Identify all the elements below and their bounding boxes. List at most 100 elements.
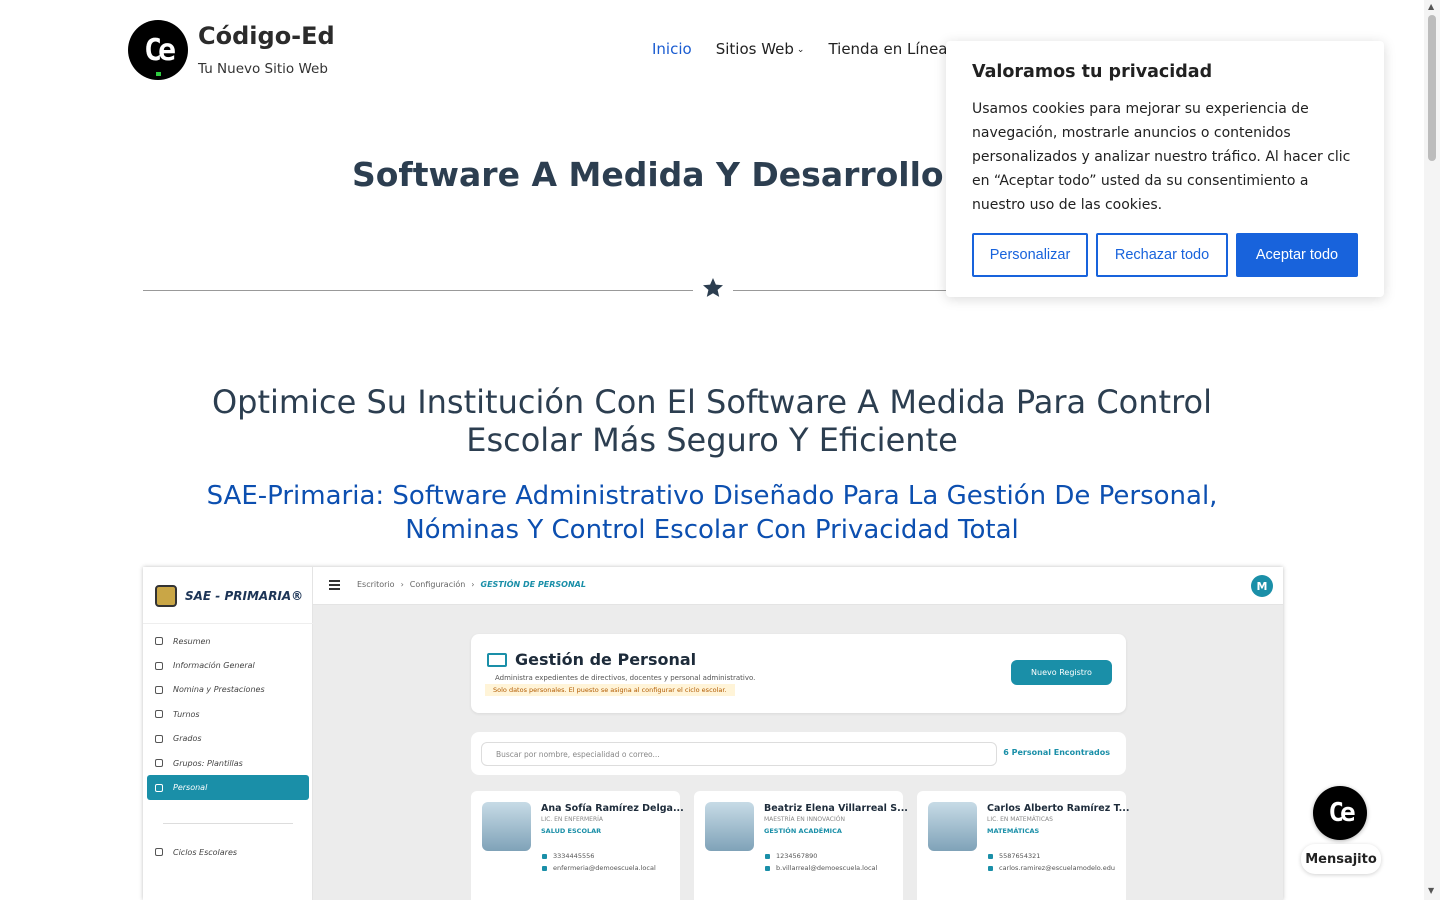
- person-email: b.villarreal@demoescuela.local: [776, 864, 878, 872]
- person-photo: [705, 802, 754, 851]
- person-area: SALUD ESCOLAR: [541, 827, 602, 835]
- person-phone: 3334445556: [553, 852, 595, 860]
- app-menu-item-personal: Personal: [147, 775, 309, 800]
- app-menu: Resumen Información General Nomina y Pre…: [147, 629, 309, 800]
- menu-label: Turnos: [173, 709, 200, 719]
- search-count: 6 Personal Encontrados: [1003, 748, 1110, 757]
- crumb-sep: ›: [471, 580, 475, 589]
- app-menu-item-grupos: Grupos: Plantillas: [147, 751, 309, 775]
- mail-icon: [542, 866, 547, 871]
- brand-separator: [143, 623, 313, 624]
- app-menu-cycles: Ciclos Escolares: [147, 840, 309, 864]
- avatar: M: [1251, 575, 1273, 597]
- app-brand-text: SAE - PRIMARIA®: [185, 589, 304, 603]
- person-email: enfermeria@demoescuela.local: [553, 864, 656, 872]
- chevron-down-icon: ⌄: [796, 45, 805, 55]
- app-menu-item-ciclos: Ciclos Escolares: [147, 840, 309, 864]
- app-sidebar: SAE - PRIMARIA® Resumen Información Gene…: [143, 567, 313, 900]
- hamburger-icon: [329, 580, 340, 590]
- money-icon: [155, 685, 163, 694]
- divider-line-left: [143, 290, 693, 291]
- app-menu-item-nomina: Nomina y Prestaciones: [147, 678, 309, 702]
- menu-label: Resumen: [173, 636, 211, 646]
- accept-all-button[interactable]: Aceptar todo: [1236, 233, 1358, 277]
- star-icon: [703, 278, 723, 297]
- site-title[interactable]: Código-Ed: [198, 22, 335, 50]
- scroll-up-icon[interactable]: ▲: [1428, 2, 1434, 11]
- section-title: Optimice Su Institución Con El Software …: [211, 383, 1212, 459]
- menu-label: Grupos: Plantillas: [173, 758, 243, 768]
- person-phone: 5587654321: [999, 852, 1041, 860]
- app-menu-item-informacion: Información General: [147, 653, 309, 677]
- person-area: GESTIÓN ACADÉMICA: [764, 827, 842, 835]
- person-name: Beatriz Elena Villarreal S...: [764, 803, 908, 814]
- clock-icon: [155, 710, 163, 719]
- menu-label: Grados: [173, 734, 202, 744]
- logo-mark: Ce: [143, 32, 176, 68]
- book-icon: [155, 734, 163, 743]
- customize-button[interactable]: Personalizar: [972, 233, 1088, 277]
- crumb-current: GESTIÓN DE PERSONAL: [480, 580, 586, 589]
- person-email: carlos.ramirez@escuelamodelo.edu: [999, 864, 1115, 872]
- nav-item-sitios-web[interactable]: Sitios Web ⌄: [716, 40, 805, 58]
- divider-line-right: [733, 290, 946, 291]
- person-name: Carlos Alberto Ramírez T...: [987, 803, 1130, 814]
- building-icon: [155, 661, 163, 670]
- app-screenshot: SAE - PRIMARIA® Resumen Información Gene…: [143, 567, 1283, 900]
- app-topbar: Escritorio › Configuración › GESTIÓN DE PE…: [313, 567, 1283, 605]
- personnel-icon: [487, 653, 507, 667]
- app-page-desc: Administra expedientes de directivos, do…: [495, 674, 756, 682]
- person-card: Beatriz Elena Villarreal S... MAESTRÍA E…: [694, 791, 908, 900]
- menu-label: Personal: [173, 783, 208, 793]
- main-nav: Inicio Sitios Web ⌄ Tienda en Línea: [652, 40, 948, 58]
- cookie-title: Valoramos tu privacidad: [972, 62, 1213, 82]
- app-breadcrumb: Escritorio › Configuración › GESTIÓN DE PE…: [357, 580, 586, 589]
- app-menu-item-turnos: Turnos: [147, 702, 309, 726]
- reject-all-button[interactable]: Rechazar todo: [1096, 233, 1228, 277]
- crumb-sep: ›: [400, 580, 404, 589]
- person-card: Ana Sofía Ramírez Delga... LIC. EN ENFER…: [471, 791, 684, 900]
- person-area: MATEMÁTICAS: [987, 827, 1040, 835]
- chat-label[interactable]: Mensajito: [1301, 844, 1381, 874]
- cookie-consent-modal: Valoramos tu privacidad Usamos cookies p…: [946, 41, 1384, 297]
- app-page-warning: Solo datos personales. El puesto se asig…: [485, 684, 735, 696]
- nav-item-tienda[interactable]: Tienda en Línea: [828, 40, 947, 58]
- search-card: Buscar por nombre, especialidad o correo…: [471, 732, 1126, 775]
- school-crest-icon: [155, 585, 177, 607]
- cookie-text: Usamos cookies para mejorar su experienc…: [972, 101, 1351, 213]
- phone-icon: [765, 854, 770, 859]
- personnel-icon: [155, 783, 163, 792]
- scrollbar-thumb[interactable]: [1428, 15, 1436, 161]
- logo-dot: [156, 72, 161, 76]
- phone-icon: [542, 854, 547, 859]
- menu-separator: [163, 823, 293, 824]
- app-menu-item-resumen: Resumen: [147, 629, 309, 653]
- person-card: Carlos Alberto Ramírez T... LIC. EN MATE…: [917, 791, 1130, 900]
- app-search-input: Buscar por nombre, especialidad o correo…: [481, 742, 997, 766]
- person-degree: LIC. EN MATEMÁTICAS: [987, 816, 1053, 823]
- scroll-down-icon[interactable]: ▼: [1428, 886, 1434, 895]
- new-record-button: Nuevo Registro: [1011, 660, 1112, 685]
- site-logo[interactable]: Ce: [128, 20, 188, 80]
- section-subtitle: SAE-Primaria: Software Administrativo Di…: [206, 481, 1218, 545]
- site-tagline: Tu Nuevo Sitio Web: [198, 61, 328, 77]
- phone-icon: [988, 854, 993, 859]
- menu-label: Información General: [173, 661, 255, 671]
- nav-item-sitios-web-label: Sitios Web: [715, 40, 794, 58]
- person-photo: [482, 802, 531, 851]
- crumb: Escritorio: [357, 580, 395, 589]
- page-scrollbar[interactable]: ▲ ▼: [1424, 0, 1440, 900]
- person-name: Ana Sofía Ramírez Delga...: [541, 803, 684, 814]
- nav-item-inicio[interactable]: Inicio: [652, 40, 692, 58]
- app-menu-item-grados: Grados: [147, 727, 309, 751]
- person-phone: 1234567890: [776, 852, 818, 860]
- personal-header-card: Gestión de Personal Administra expedient…: [471, 634, 1126, 713]
- mail-icon: [988, 866, 993, 871]
- chat-widget-button[interactable]: Ce: [1313, 786, 1367, 840]
- mail-icon: [765, 866, 770, 871]
- app-page-title: Gestión de Personal: [515, 650, 697, 669]
- users-icon: [155, 759, 163, 768]
- app-brand: SAE - PRIMARIA®: [155, 585, 303, 607]
- person-photo: [928, 802, 977, 851]
- calendar-icon: [155, 848, 163, 857]
